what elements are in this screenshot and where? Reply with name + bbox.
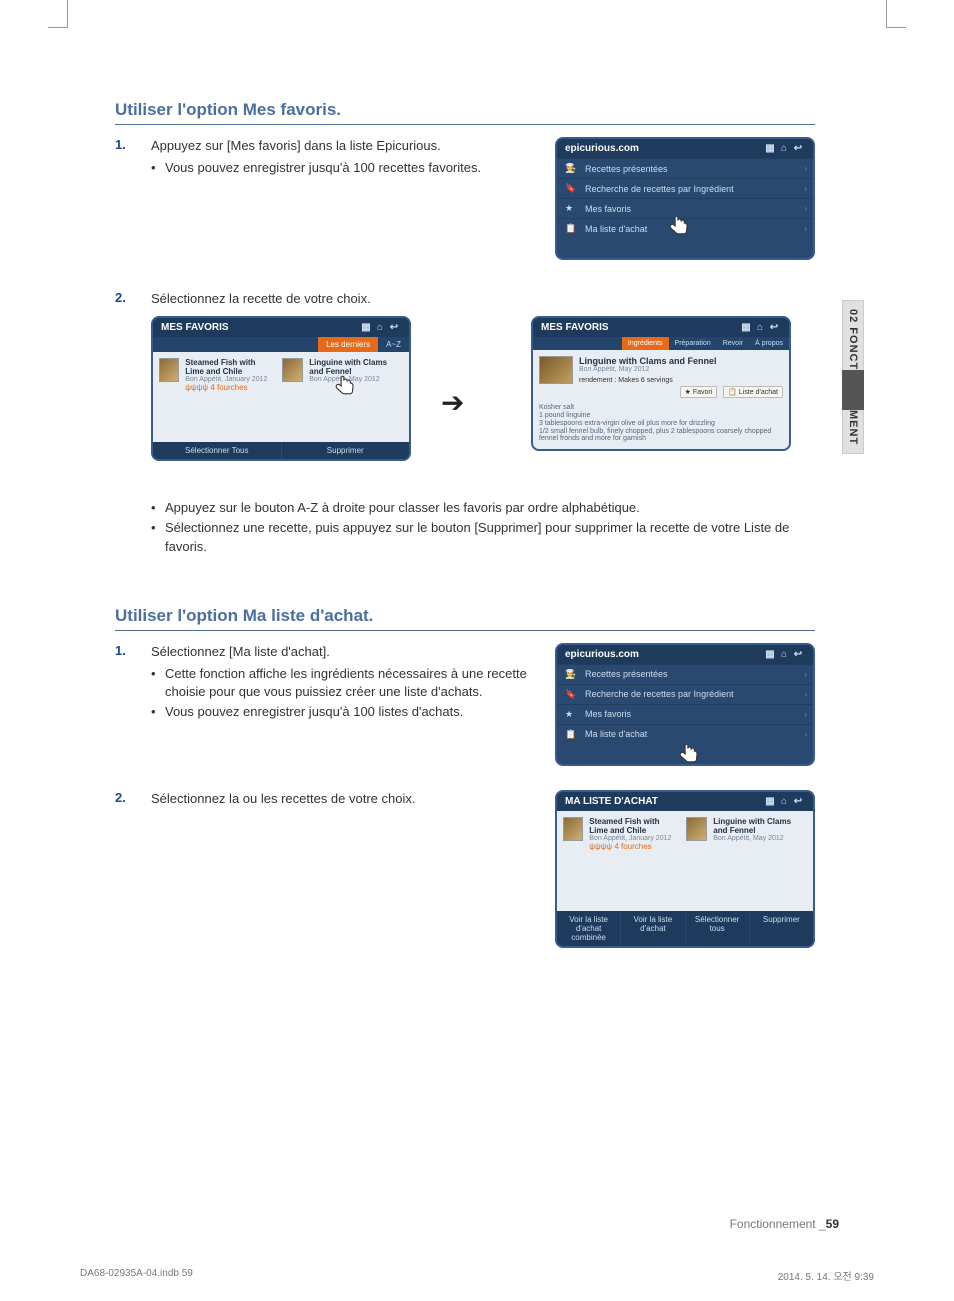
recipe-sub: Bon Appétit, May 2012	[713, 835, 803, 842]
delete-button: Supprimer	[750, 911, 813, 946]
recipe-title: Steamed Fish with Lime and Chile	[589, 817, 680, 835]
view-list-button: Voir la liste d'achat	[621, 911, 685, 946]
step-num: 1.	[115, 643, 129, 724]
s2-step2-text: Sélectionnez la ou les recettes de votre…	[151, 790, 543, 808]
print-file: DA68-02935A-04.indb 59	[80, 1268, 193, 1283]
detail-title: Linguine with Clams and Fennel	[579, 356, 783, 366]
s2-step1-bullet: Cette fonction affiche les ingrédients n…	[151, 665, 543, 701]
screenshot-favorites-list: MES FAVORIS ▦⌂↩ Les derniers A~Z Steamed…	[151, 316, 411, 461]
step-num: 1.	[115, 137, 129, 179]
mock-title: epicurious.com	[565, 143, 639, 154]
ingredient-line: 1 pound linguine	[539, 412, 783, 419]
menu-row: Recherche de recettes par Ingrédient	[585, 689, 734, 699]
step2-text: Sélectionnez la recette de votre choix.	[151, 290, 815, 308]
delete-button: Supprimer	[282, 442, 410, 459]
detail-yield: rendement : Makes 6 servings	[579, 377, 783, 384]
pointer-hand-icon	[667, 213, 693, 239]
menu-row: Ma liste d'achat	[585, 224, 647, 234]
pointer-hand-icon	[677, 741, 703, 766]
menu-row: Mes favoris	[585, 709, 631, 719]
step1-bullet: Vous pouvez enregistrer jusqu'à 100 rece…	[151, 159, 543, 177]
print-date: 2014. 5. 14. 오전 9:39	[778, 1268, 874, 1283]
menu-row: Recettes présentées	[585, 164, 668, 174]
print-footer: DA68-02935A-04.indb 59 2014. 5. 14. 오전 9…	[80, 1268, 874, 1283]
ingredient-line: 3 tablespoons extra-virgin olive oil plu…	[539, 420, 783, 427]
mock-title: MES FAVORIS	[541, 322, 609, 333]
section1-heading: Utiliser l'option Mes favoris.	[115, 100, 815, 125]
recipe-rating: 4 fourches	[210, 383, 247, 392]
s2-step1-text: Sélectionnez [Ma liste d'achat].	[151, 643, 543, 661]
page-footer: Fonctionnement _59	[730, 1217, 839, 1231]
select-all-button: Sélectionner Tous	[153, 442, 282, 459]
pointer-hand-icon	[333, 373, 359, 399]
menu-row: Recettes présentées	[585, 669, 668, 679]
screenshot-recipe-detail: MES FAVORIS ▦⌂↩ Ingrédients Préparation …	[531, 316, 791, 451]
step-num: 2.	[115, 290, 129, 308]
screenshot-epicurious-menu-2: epicurious.com ▦⌂↩ 👨‍🍳Recettes présentée…	[555, 643, 815, 766]
tab-latest: Les derniers	[318, 337, 378, 352]
step-num: 2.	[115, 790, 129, 808]
s2-step1-bullet: Vous pouvez enregistrer jusqu'à 100 list…	[151, 703, 543, 721]
recipe-title: Steamed Fish with Lime and Chile	[185, 358, 276, 376]
screenshot-epicurious-menu: epicurious.com ▦⌂↩ 👨‍🍳Recettes présentée…	[555, 137, 815, 260]
recipe-sub: Bon Appétit, January 2012	[589, 835, 680, 842]
screenshot-shopping-list: MA LISTE D'ACHAT ▦⌂↩ Steamed Fish with L…	[555, 790, 815, 948]
mock-title: epicurious.com	[565, 649, 639, 660]
menu-row: Ma liste d'achat	[585, 729, 647, 739]
mock-hdr-icons: ▦⌂↩	[763, 143, 805, 154]
menu-row: Mes favoris	[585, 204, 631, 214]
ingredient-line: Kosher salt	[539, 404, 783, 411]
side-tab-marker	[842, 370, 864, 410]
step1-text: Appuyez sur [Mes favoris] dans la liste …	[151, 137, 543, 155]
mock-title: MES FAVORIS	[161, 322, 229, 333]
note-bullet: Sélectionnez une recette, puis appuyez s…	[151, 519, 815, 555]
crop-mark-right	[886, 0, 906, 28]
tab-ingredients: Ingrédients	[622, 337, 669, 350]
ingredient-line: 1/2 small fennel bulb, finely chopped, p…	[539, 428, 783, 442]
tab-about: À propos	[749, 337, 789, 350]
arrow-right-icon: ➔	[441, 386, 464, 419]
crop-mark-left	[48, 0, 68, 28]
recipe-rating: 4 fourches	[614, 842, 651, 851]
note-bullet: Appuyez sur le bouton A-Z à droite pour …	[151, 499, 815, 517]
favorite-button: ★ Favori	[680, 386, 718, 398]
section2-heading: Utiliser l'option Ma liste d'achat.	[115, 606, 815, 631]
select-all-button: Sélectionner tous	[686, 911, 750, 946]
recipe-title: Linguine with Clams and Fennel	[713, 817, 803, 835]
mock-title: MA LISTE D'ACHAT	[565, 796, 658, 807]
detail-sub: Bon Appétit, May 2012	[579, 366, 783, 373]
view-combined-button: Voir la liste d'achat combinée	[557, 911, 621, 946]
tab-preparation: Préparation	[669, 337, 717, 350]
tab-az: A~Z	[378, 337, 409, 352]
tab-review: Revoir	[717, 337, 749, 350]
shopping-list-button: 📋 Liste d'achat	[723, 386, 783, 398]
menu-row: Recherche de recettes par Ingrédient	[585, 184, 734, 194]
recipe-sub: Bon Appétit, January 2012	[185, 376, 276, 383]
